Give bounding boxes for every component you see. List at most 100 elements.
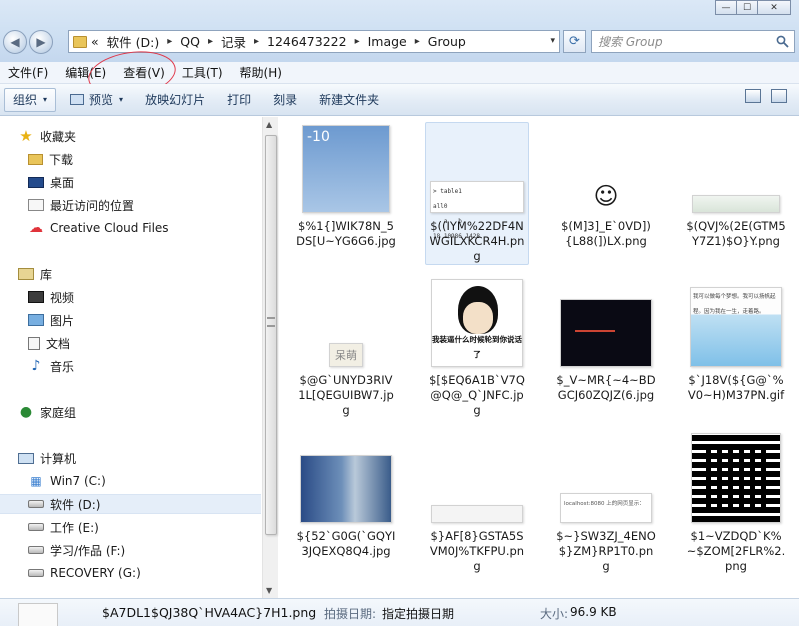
new-folder-button[interactable]: 新建文件夹 [311,88,387,112]
file-thumbnail [692,195,780,213]
nav-drive-e[interactable]: 工作 (E:) [28,517,286,537]
file-thumbnail: -10 [302,125,390,213]
breadcrumb-item[interactable]: 软件 (D:) [107,32,160,51]
nav-label: Win7 (C:) [50,474,106,488]
address-dropdown-icon[interactable]: ▾ [550,36,555,46]
nav-label: 收藏夹 [40,129,77,144]
file-thumbnail: localhost:8080 上的网页显示： [560,493,652,523]
breadcrumb-item[interactable]: QQ [180,34,200,49]
slideshow-button[interactable]: 放映幻灯片 [137,88,213,112]
nav-label: 最近访问的位置 [50,198,135,213]
nav-drive-c[interactable]: ▦ Win7 (C:) [28,471,286,491]
homegroup-icon: ● [19,404,33,420]
nav-computer[interactable]: 计算机 [18,448,276,468]
music-icon: ♪ [31,358,41,374]
thumbnail-text: -10 [307,129,330,145]
address-bar[interactable]: « 软件 (D:) ▸ QQ ▸ 记录 ▸ 1246473222 ▸ Image ▸ Gr… [68,30,560,53]
search-input[interactable]: 搜索 Group [591,30,795,53]
file-item[interactable]: 我可以做每个梦想。我可以扬帆起程。因为我在一生，走着路。 $`J18V(${G@… [684,277,788,403]
preview-button[interactable]: 预览 ▾ [62,88,131,112]
close-button[interactable]: ✕ [757,0,791,15]
creative-cloud-icon: ☁ [29,220,43,236]
scroll-up-icon[interactable]: ▲ [266,120,272,129]
nav-item-recent[interactable]: 最近访问的位置 [28,195,286,215]
menu-tools[interactable]: 工具(T) [182,64,223,81]
file-item[interactable]: -10 $%1{]WIK78N_5DS[U~YG6G6.jpg [294,123,398,249]
details-filename: $A7DL1$QJ38Q`HVA4AC}7H1.png [102,605,317,620]
nav-favorites[interactable]: ★ 收藏夹 [18,126,276,146]
nav-item-pictures[interactable]: 图片 [28,310,286,330]
navigation-pane: ★ 收藏夹 下载 桌面 最近访问的位置 ☁ Creative Cloud Fil… [0,117,262,598]
file-item[interactable]: > table1 all0 a b 18 10986 1428 $((IYM%2… [425,122,529,265]
drive-icon [28,500,44,508]
scroll-down-icon[interactable]: ▼ [266,586,272,595]
thumbnail-text: 呆萌 [335,349,357,362]
date-taken-value[interactable]: 指定拍摄日期 [382,605,454,622]
nav-item-desktop[interactable]: 桌面 [28,172,286,192]
breadcrumb-item[interactable]: Group [428,34,466,49]
nav-libraries[interactable]: 库 [18,264,276,284]
file-item[interactable]: $}AF[8}GSTA5SVM0J%TKFPU.png [425,433,529,574]
breadcrumb-separator-icon[interactable]: ▸ [415,36,420,47]
file-item[interactable]: $1~VZDQD`K%~$ZOM[2FLR%2.png [684,433,788,574]
breadcrumb-separator-icon[interactable]: ▸ [167,36,172,47]
size-label: 大小: [540,607,569,621]
minimize-button[interactable]: — [715,0,737,15]
preview-pane-icon[interactable] [771,89,787,103]
drive-icon [28,523,44,531]
file-thumbnail: 我可以做每个梦想。我可以扬帆起程。因为我在一生，走着路。 [690,287,782,367]
maximize-button[interactable]: ☐ [736,0,758,15]
nav-label: 家庭组 [40,405,77,420]
nav-label: 文档 [46,336,71,351]
menu-file[interactable]: 文件(F) [8,64,48,81]
breadcrumb-item[interactable]: Image [368,34,407,49]
file-item[interactable]: ☺ $(M]3]_E`0VD]){L88(])LX.png [554,123,658,249]
file-name: $(QVJ%(2E(GTM5Y7Z1)$O}Y.png [686,219,786,248]
file-name: $1~VZDQD`K%~$ZOM[2FLR%2.png [686,529,786,573]
breadcrumb-overflow[interactable]: « [91,34,99,49]
file-name: $`J18V(${G@`%V0~H)M37PN.gif [687,373,785,402]
file-thumbnail: > table1 all0 a b 18 10986 1428 [430,181,524,240]
recent-places-icon [28,199,44,211]
nav-drive-g[interactable]: RECOVERY (G:) [28,563,286,583]
file-item[interactable]: 呆萌 $@G`UNYD3RIV1L[QEGUIBW7.jpg [294,277,398,418]
sidebar-scrollbar[interactable]: ▲ ▼ [262,117,278,598]
change-view-icon[interactable] [745,89,761,103]
breadcrumb-item[interactable]: 1246473222 [267,34,347,49]
organize-button[interactable]: 组织 ▾ [4,87,57,112]
burn-button[interactable]: 刻录 [265,88,305,112]
search-icon[interactable] [776,35,789,48]
refresh-button[interactable]: ⟳ [563,30,586,53]
nav-item-videos[interactable]: 视频 [28,287,286,307]
nav-item-music[interactable]: ♪ 音乐 [28,356,286,376]
file-name: $%1{]WIK78N_5DS[U~YG6G6.jpg [296,219,396,248]
breadcrumb: « 软件 (D:) ▸ QQ ▸ 记录 ▸ 1246473222 ▸ Image ▸ Gr… [91,32,466,51]
drive-icon [28,546,44,554]
nav-drive-f[interactable]: 学习/作品 (F:) [28,540,286,560]
nav-label: 音乐 [50,359,75,374]
nav-item-downloads[interactable]: 下载 [28,149,286,169]
forward-button[interactable]: ▶ [29,30,53,54]
nav-item-documents[interactable]: 文档 [28,333,286,353]
folder-icon [73,35,87,48]
back-button[interactable]: ◀ [3,30,27,54]
file-item[interactable]: $(QVJ%(2E(GTM5Y7Z1)$O}Y.png [684,123,788,249]
breadcrumb-separator-icon[interactable]: ▸ [208,36,213,47]
menu-help[interactable]: 帮助(H) [240,64,282,81]
breadcrumb-item[interactable]: 记录 [221,32,246,51]
scrollbar-thumb[interactable] [265,135,277,535]
thumbnail-text: localhost:8080 上的网页显示： [564,501,645,507]
file-item[interactable]: 我装逼什么时候轮到你说话了 $[$EQ6A1B`V7Q@Q@_Q`JNFC.jp… [425,277,529,418]
nav-label: 桌面 [50,175,75,190]
nav-item-creative-cloud[interactable]: ☁ Creative Cloud Files [28,218,286,238]
print-button[interactable]: 打印 [219,88,259,112]
breadcrumb-separator-icon[interactable]: ▸ [254,36,259,47]
file-item[interactable]: $_V~MR{~4~BDGCJ60ZQJZ(6.jpg [554,277,658,403]
breadcrumb-separator-icon[interactable]: ▸ [355,36,360,47]
nav-homegroup[interactable]: ● 家庭组 [18,402,276,422]
file-item[interactable]: localhost:8080 上的网页显示： $~}SW3ZJ_4ENO$}ZM… [554,433,658,574]
nav-label: 下载 [49,152,74,167]
file-name: $[$EQ6A1B`V7Q@Q@_Q`JNFC.jpg [429,373,525,417]
file-item[interactable]: ${52`G0G(`GQYI3JQEXQ8Q4.jpg [294,433,398,559]
nav-drive-d[interactable]: 软件 (D:) [0,494,261,514]
